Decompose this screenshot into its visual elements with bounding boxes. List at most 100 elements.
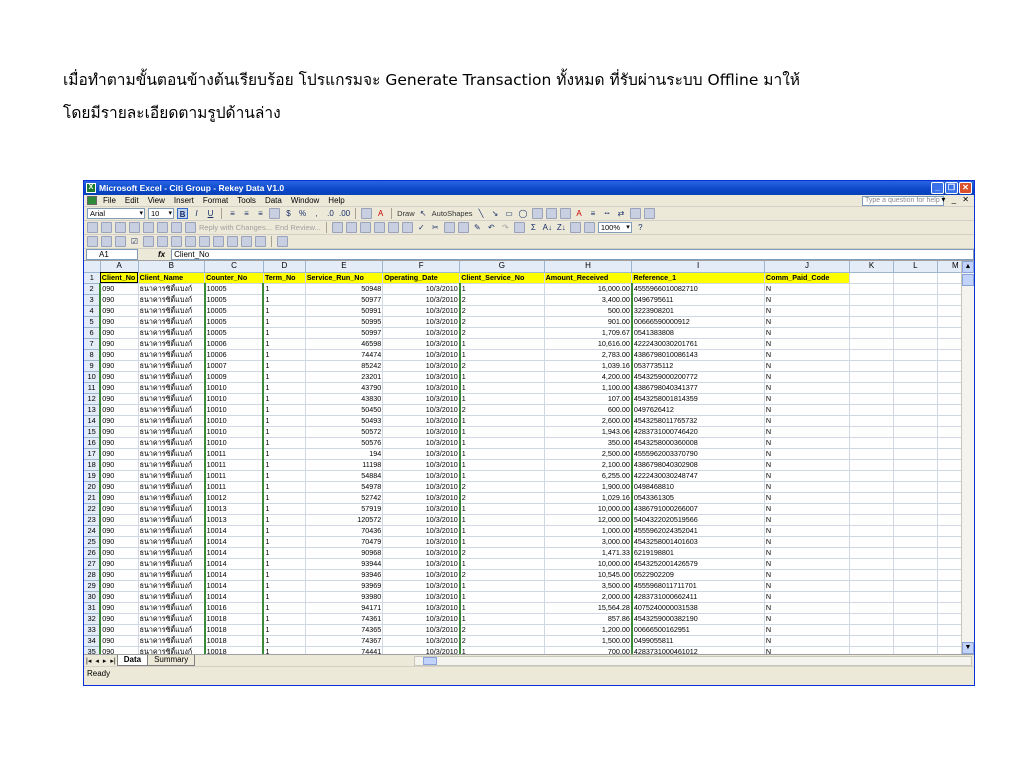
form-combobox-icon[interactable] (171, 236, 182, 247)
header-cell[interactable]: Operating_Date (382, 272, 461, 284)
table-cell[interactable]: 2 (458, 481, 545, 493)
table-cell[interactable]: 4543259000382190 (630, 613, 765, 625)
table-cell[interactable] (849, 294, 894, 306)
table-cell[interactable]: 16,000.00 (544, 283, 633, 295)
table-cell[interactable]: ธนาคารซิตี้แบงก์ (138, 558, 206, 570)
table-cell[interactable]: 10005 (203, 327, 264, 339)
table-cell[interactable]: 1 (458, 602, 545, 614)
table-cell[interactable]: 090 (99, 514, 139, 526)
row-header[interactable]: 25 (84, 536, 101, 548)
table-cell[interactable]: 1 (458, 580, 545, 592)
table-cell[interactable]: 090 (99, 624, 139, 636)
table-cell[interactable]: N (764, 525, 851, 537)
table-cell[interactable]: N (764, 470, 851, 482)
table-cell[interactable]: 090 (99, 602, 139, 614)
table-cell[interactable]: 2 (458, 569, 545, 581)
menu-data[interactable]: Data (265, 196, 282, 205)
select-all-corner[interactable] (84, 261, 101, 273)
table-cell[interactable] (893, 338, 938, 350)
align-left-icon[interactable]: ≡ (227, 208, 238, 219)
table-cell[interactable] (849, 393, 894, 405)
table-cell[interactable]: 50995 (305, 316, 384, 328)
table-cell[interactable]: 090 (99, 426, 139, 438)
row-header[interactable]: 21 (84, 492, 101, 504)
row-header[interactable]: 28 (84, 569, 101, 581)
table-cell[interactable] (849, 371, 894, 383)
table-cell[interactable] (893, 382, 938, 394)
table-cell[interactable]: 10010 (203, 404, 264, 416)
table-cell[interactable]: 1 (458, 591, 545, 603)
table-cell[interactable]: 1,471.33 (544, 547, 633, 559)
table-cell[interactable] (893, 283, 938, 295)
table-cell[interactable]: 090 (99, 547, 139, 559)
table-cell[interactable]: 10/3/2010 (382, 415, 461, 427)
table-cell[interactable] (893, 635, 938, 647)
table-cell[interactable] (849, 558, 894, 570)
document-window-controls[interactable]: ▾ _ ✕ (941, 195, 971, 204)
table-cell[interactable] (849, 613, 894, 625)
table-cell[interactable]: 0543361305 (630, 492, 765, 504)
header-cell[interactable]: Client_No (100, 272, 139, 284)
table-cell[interactable]: 090 (99, 305, 139, 317)
table-cell[interactable] (849, 646, 894, 654)
table-cell[interactable] (893, 503, 938, 515)
table-cell[interactable]: 4075240000031538 (630, 602, 765, 614)
table-cell[interactable]: 10/3/2010 (382, 371, 461, 383)
table-cell[interactable] (893, 569, 938, 581)
table-cell[interactable] (893, 327, 938, 339)
table-cell[interactable]: 54978 (305, 481, 384, 493)
reply-with-changes-button[interactable]: Reply with Changes... (199, 223, 272, 232)
table-cell[interactable]: N (764, 360, 851, 372)
table-cell[interactable] (849, 382, 894, 394)
table-cell[interactable]: ธนาคารซิตี้แบงก์ (138, 327, 206, 339)
table-cell[interactable]: 93944 (305, 558, 384, 570)
form-code-icon[interactable] (227, 236, 238, 247)
table-cell[interactable]: ธนาคารซิตี้แบงก์ (138, 338, 206, 350)
table-cell[interactable]: 10/3/2010 (382, 404, 461, 416)
table-cell[interactable]: 46598 (305, 338, 384, 350)
row-header[interactable]: 29 (84, 580, 101, 592)
table-cell[interactable] (893, 613, 938, 625)
table-cell[interactable]: 4543259000200772 (630, 371, 765, 383)
table-cell[interactable]: ธนาคารซิตี้แบงก์ (138, 305, 206, 317)
end-review-button[interactable]: End Review... (275, 223, 321, 232)
table-cell[interactable]: 93980 (305, 591, 384, 603)
menu-edit[interactable]: Edit (125, 196, 139, 205)
header-cell[interactable]: Counter_No (204, 272, 264, 284)
row-header[interactable]: 22 (84, 503, 101, 515)
table-cell[interactable]: 10014 (203, 525, 264, 537)
3d-icon[interactable] (643, 208, 655, 219)
table-cell[interactable]: 090 (99, 382, 139, 394)
table-cell[interactable]: 10005 (203, 294, 264, 306)
table-cell[interactable]: 10/3/2010 (382, 349, 461, 361)
scroll-up-icon[interactable]: ▲ (962, 261, 974, 273)
table-cell[interactable]: 2,000.00 (544, 591, 633, 603)
table-cell[interactable]: 74361 (305, 613, 384, 625)
currency-icon[interactable]: $ (283, 208, 294, 219)
table-cell[interactable]: 4555962024352041 (630, 525, 765, 537)
table-cell[interactable]: 10/3/2010 (382, 525, 461, 537)
table-cell[interactable]: 10006 (203, 338, 264, 350)
table-cell[interactable]: 090 (99, 536, 139, 548)
permission-icon[interactable] (373, 222, 385, 233)
table-cell[interactable]: 10005 (203, 316, 264, 328)
borders-icon[interactable] (361, 208, 373, 219)
table-cell[interactable]: 1 (458, 426, 545, 438)
close-button[interactable]: ✕ (959, 182, 972, 194)
shadow-icon[interactable] (629, 208, 641, 219)
table-cell[interactable]: 10/3/2010 (382, 437, 461, 449)
column-header[interactable]: A (100, 261, 139, 273)
review-icon-7[interactable] (171, 222, 182, 233)
table-cell[interactable]: 1,943.06 (544, 426, 633, 438)
select-objects-icon[interactable]: ↖ (418, 208, 429, 219)
form-groupbox-icon[interactable] (101, 236, 112, 247)
table-cell[interactable] (849, 547, 894, 559)
name-box[interactable]: A1 (86, 249, 138, 260)
table-cell[interactable] (893, 580, 938, 592)
table-cell[interactable] (849, 349, 894, 361)
draw-menu-button[interactable]: Draw (397, 209, 415, 218)
zoom-select[interactable]: 100% (597, 222, 632, 233)
table-cell[interactable]: 93969 (305, 580, 384, 592)
table-cell[interactable]: 10/3/2010 (382, 283, 461, 295)
maximize-button[interactable]: ❐ (945, 182, 958, 194)
